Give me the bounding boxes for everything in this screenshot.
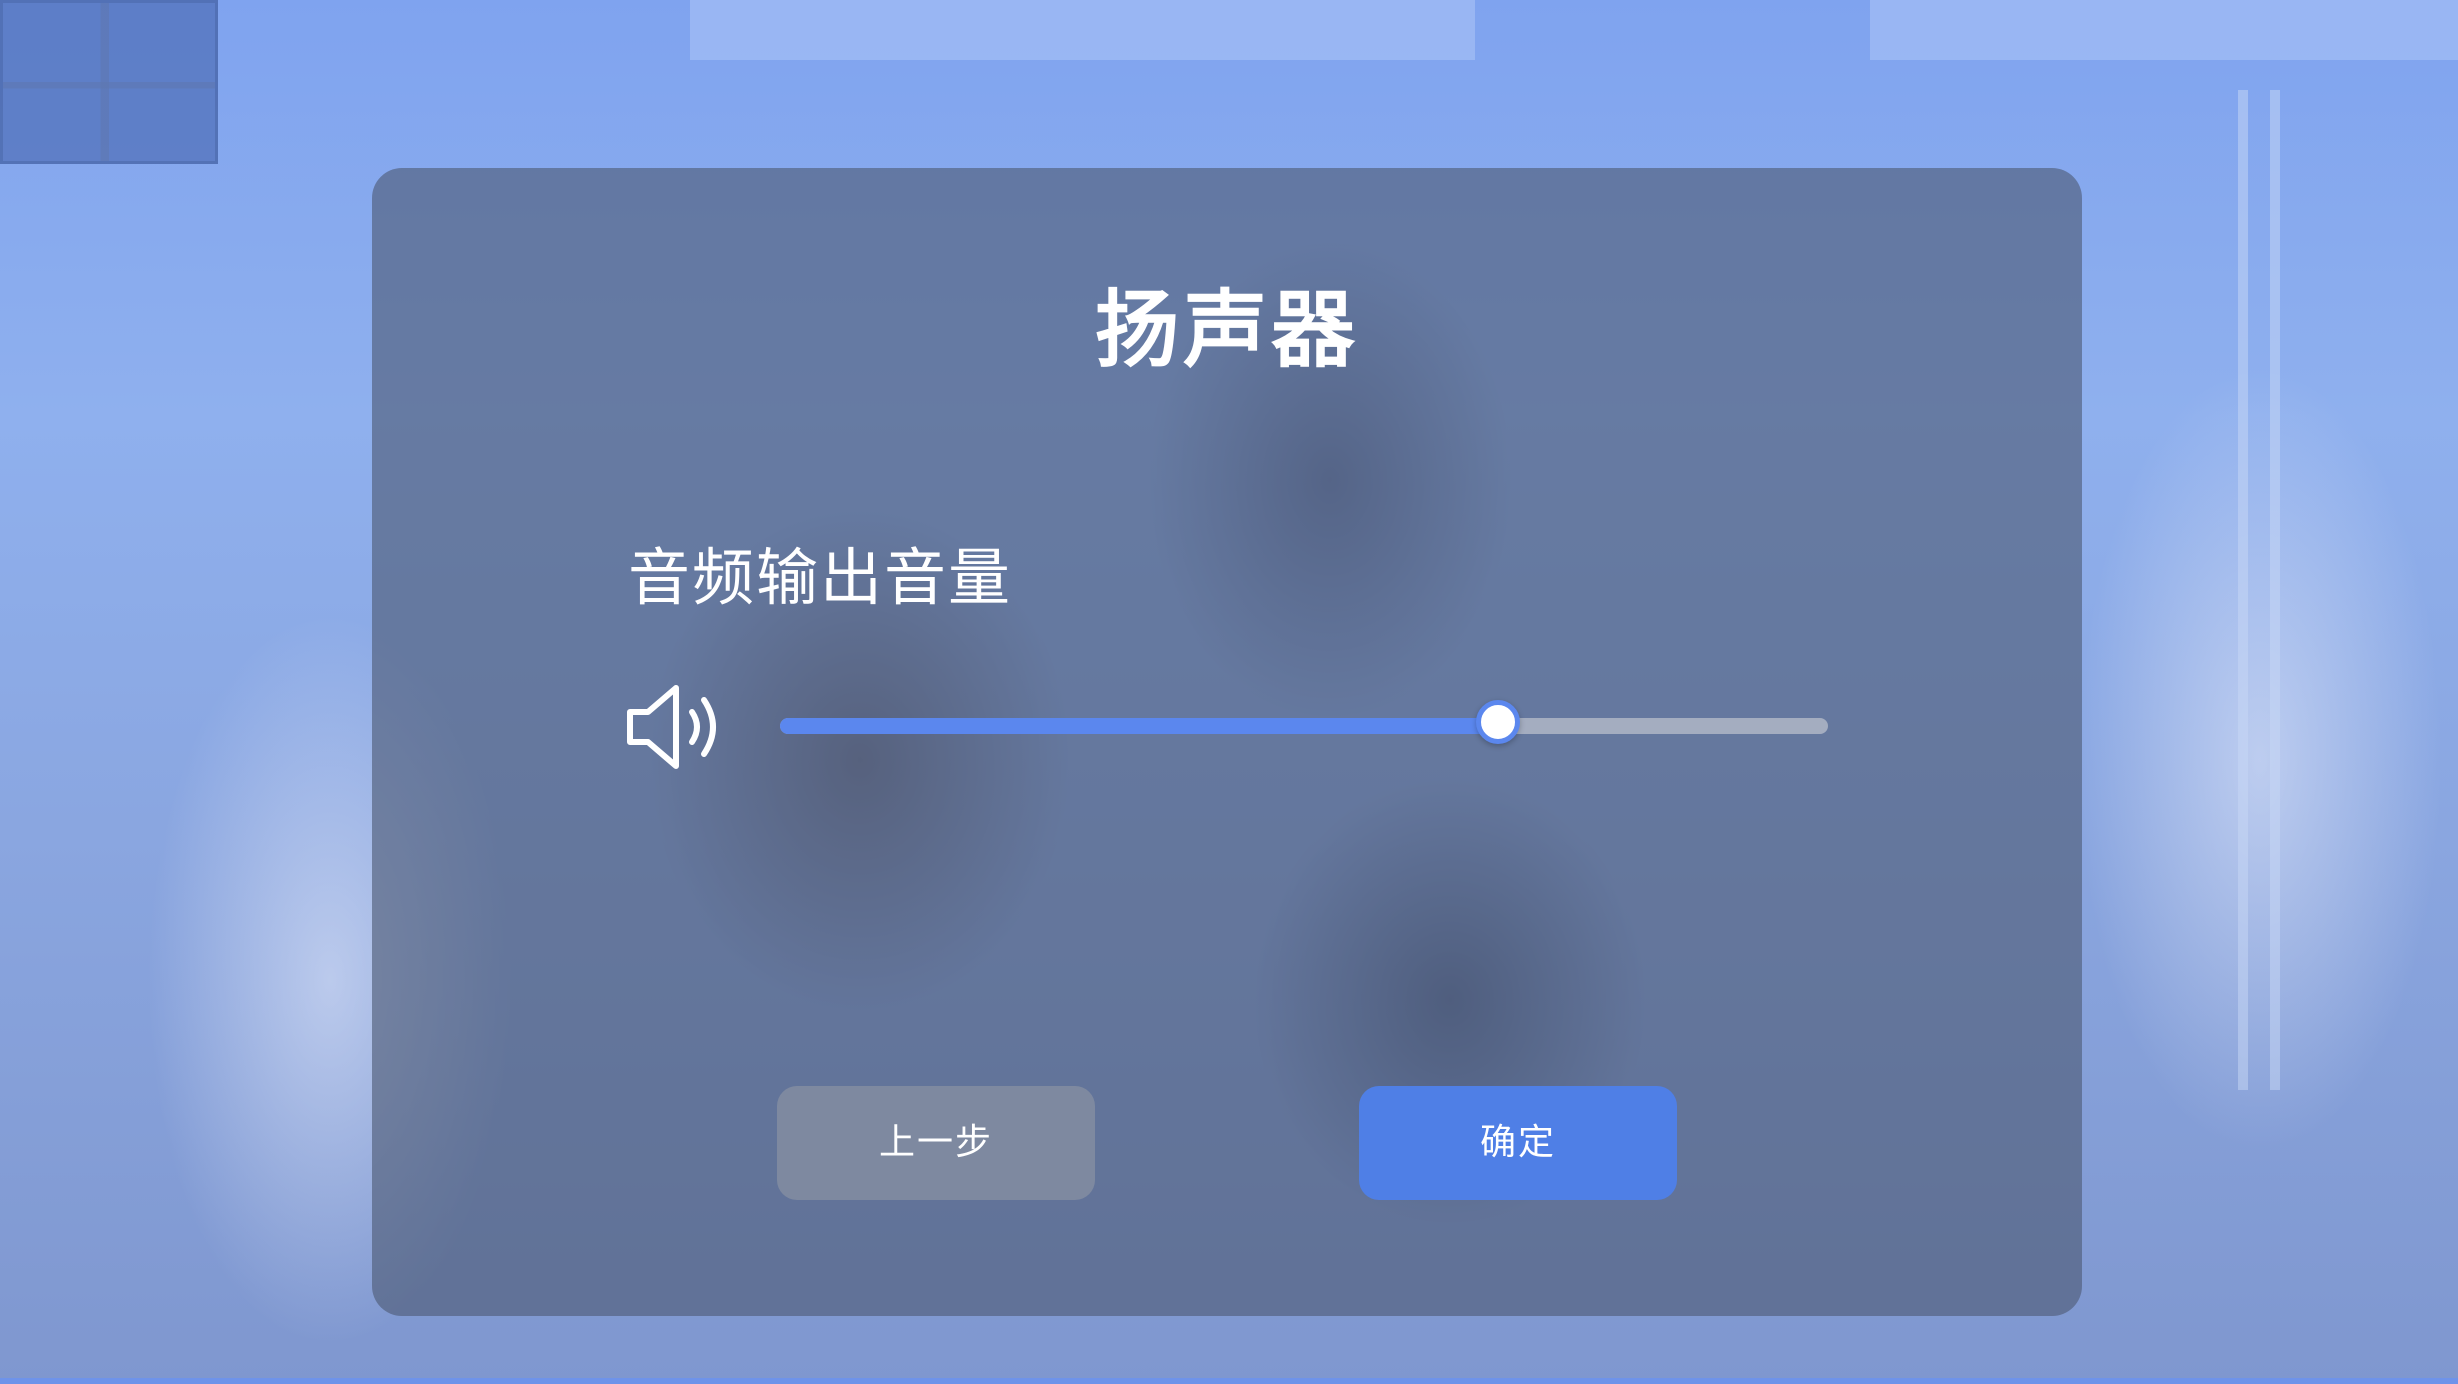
volume-slider-thumb[interactable] [1475,700,1520,744]
speaker-volume-icon [627,685,716,769]
volume-slider-fill [780,718,1498,734]
bottom-border [0,1378,2458,1384]
volume-slider[interactable] [780,696,1828,756]
volume-label: 音频输出音量 [628,541,1013,614]
background-ceiling-panel [690,0,1475,60]
background-ceiling-panel [1870,0,2458,60]
previous-step-button[interactable]: 上一步 [777,1086,1095,1200]
background-board-edge [2238,90,2248,1090]
speaker-settings-dialog: 扬声器 音频输出音量 上一步 确定 [372,168,2082,1316]
background-window [0,0,218,164]
confirm-button[interactable]: 确定 [1359,1086,1677,1200]
background-board-edge [2270,90,2280,1090]
dialog-title: 扬声器 [1094,281,1359,379]
